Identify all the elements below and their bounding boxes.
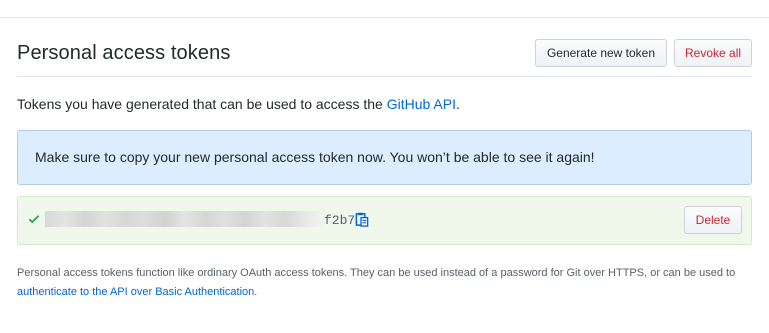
top-divider [0, 17, 769, 18]
page-title: Personal access tokens [17, 42, 231, 64]
intro-text-body: Tokens you have generated that can be us… [17, 96, 387, 112]
intro-text-suffix: . [455, 96, 460, 112]
footnote-suffix: . [254, 286, 258, 298]
footnote-body: Personal access tokens function like ord… [17, 267, 736, 279]
clipboard-icon[interactable] [355, 212, 369, 227]
delete-token-button[interactable]: Delete [684, 206, 742, 234]
token-value-redacted[interactable] [45, 211, 327, 227]
footnote: Personal access tokens function like ord… [17, 264, 757, 302]
flash-message: Make sure to copy your new personal acce… [35, 149, 595, 165]
generate-token-button[interactable]: Generate new token [535, 39, 667, 67]
flash-notice: Make sure to copy your new personal acce… [17, 130, 752, 185]
page: Personal access tokens Generate new toke… [0, 0, 769, 333]
header-divider [17, 76, 752, 77]
revoke-all-button[interactable]: Revoke all [674, 39, 752, 67]
github-api-link[interactable]: GitHub API [387, 96, 456, 112]
intro-text: Tokens you have generated that can be us… [17, 96, 460, 112]
new-token-row: f2b7 Delete [17, 196, 752, 245]
basic-auth-link[interactable]: authenticate to the API over Basic Authe… [17, 286, 254, 298]
check-icon [28, 215, 40, 224]
token-value-tail[interactable]: f2b7 [324, 213, 355, 228]
